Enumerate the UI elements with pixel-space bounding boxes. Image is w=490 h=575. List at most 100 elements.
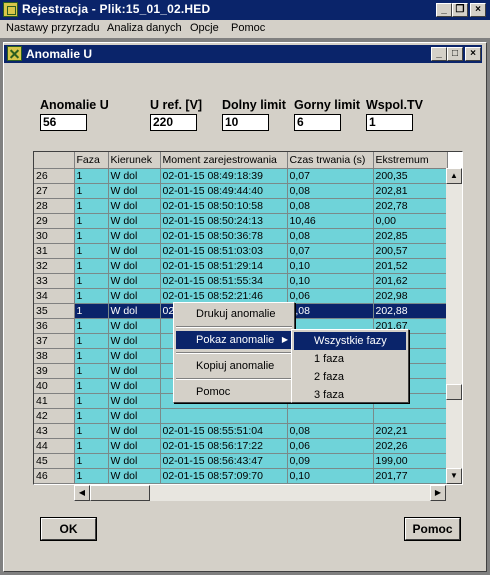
anomalie-count-field[interactable]: 56 (40, 114, 87, 131)
help-button[interactable]: Pomoc (405, 518, 460, 540)
table-row[interactable]: 30 1 W dol 02-01-15 08:50:36:78 0,08 202,85 (34, 228, 448, 244)
table-cell: 1 (74, 453, 109, 469)
table-cell: W dol (108, 288, 161, 304)
row-number[interactable]: 40 (34, 378, 75, 394)
restore-button[interactable]: ❐ (452, 3, 468, 17)
menu-print-anomalies[interactable]: Drukuj anomalie (176, 305, 292, 323)
row-number[interactable]: 33 (34, 273, 75, 289)
row-number[interactable]: 26 (34, 168, 75, 184)
table-cell: 0,08 (287, 228, 374, 244)
table-cell: 1 (74, 303, 109, 319)
table-cell: W dol (108, 348, 161, 364)
table-cell: 202,88 (373, 303, 448, 319)
table-cell: 1 (74, 288, 109, 304)
table-cell: W dol (108, 468, 161, 484)
table-cell: 0,10 (287, 468, 374, 484)
window-close-button[interactable]: × (465, 47, 481, 61)
scroll-left-button[interactable]: ◀ (74, 485, 90, 501)
gorny-limit-field[interactable]: 6 (294, 114, 341, 131)
row-number[interactable]: 39 (34, 363, 75, 379)
row-number[interactable]: 38 (34, 348, 75, 364)
dolny-limit-field[interactable]: 10 (222, 114, 269, 131)
table-cell: 1 (74, 468, 109, 484)
menu-show-anomalies[interactable]: Pokaz anomalie ▶ (176, 331, 292, 349)
table-row[interactable]: 27 1 W dol 02-01-15 08:49:44:40 0,08 202,81 (34, 183, 448, 199)
menu-nastawy[interactable]: Nastawy przyrzadu (6, 22, 100, 34)
row-number[interactable]: 44 (34, 438, 75, 454)
table-cell: 1 (74, 363, 109, 379)
table-cell: 02-01-15 08:50:24:13 (160, 213, 288, 229)
table-cell: 1 (74, 243, 109, 259)
table-cell: 1 (74, 438, 109, 454)
dolny-limit-label: Dolny limit (222, 98, 286, 112)
header-faza[interactable]: Faza (74, 152, 109, 169)
vertical-scrollbar[interactable]: ▲ ▼ (446, 168, 462, 484)
submenu-all-phases[interactable]: Wszystkie fazy (294, 332, 406, 350)
wspol-tv-label: Wspol.TV (366, 98, 423, 112)
scroll-up-button[interactable]: ▲ (446, 168, 462, 184)
menu-help[interactable]: Pomoc (176, 383, 292, 401)
table-cell: 202,81 (373, 183, 448, 199)
scroll-right-button[interactable]: ▶ (430, 485, 446, 501)
table-cell: 1 (74, 213, 109, 229)
row-number[interactable]: 35 (34, 303, 75, 319)
menu-opcje[interactable]: Opcje (190, 22, 219, 34)
menu-copy-anomalies[interactable]: Kopiuj anomalie (176, 357, 292, 375)
header-kierunek[interactable]: Kierunek (108, 152, 161, 169)
table-row[interactable]: 33 1 W dol 02-01-15 08:51:55:34 0,10 201,62 (34, 273, 448, 289)
row-number[interactable]: 37 (34, 333, 75, 349)
uref-field[interactable]: 220 (150, 114, 197, 131)
ok-button[interactable]: OK (41, 518, 96, 540)
header-moment[interactable]: Moment zarejestrowania (160, 152, 288, 169)
table-cell: 1 (74, 408, 109, 424)
window-minimize-button[interactable]: _ (431, 47, 447, 61)
table-row[interactable]: 42 1 W dol (34, 408, 448, 424)
row-number[interactable]: 28 (34, 198, 75, 214)
app-icon (3, 2, 18, 17)
table-cell: 201,52 (373, 258, 448, 274)
wspol-tv-field[interactable]: 1 (366, 114, 413, 131)
table-cell: W dol (108, 228, 161, 244)
table-cell: W dol (108, 333, 161, 349)
table-cell: W dol (108, 318, 161, 334)
submenu-phase-1[interactable]: 1 faza (294, 350, 406, 368)
row-number[interactable]: 30 (34, 228, 75, 244)
row-number[interactable]: 47 (34, 483, 75, 484)
menubar: Nastawy przyrzadu Analiza danych Opcje P… (0, 20, 490, 38)
table-cell: 0,06 (287, 288, 374, 304)
row-number[interactable]: 27 (34, 183, 75, 199)
row-number[interactable]: 43 (34, 423, 75, 439)
header-ekstremum[interactable]: Ekstremum (373, 152, 448, 169)
header-czas[interactable]: Czas trwania (s) (287, 152, 374, 169)
close-button[interactable]: × (470, 3, 486, 17)
row-number[interactable]: 31 (34, 243, 75, 259)
table-row[interactable]: 46 1 W dol 02-01-15 08:57:09:70 0,10 201,77 (34, 468, 448, 484)
row-number[interactable]: 46 (34, 468, 75, 484)
table-cell: 0,00 (373, 213, 448, 229)
table-row[interactable]: 32 1 W dol 02-01-15 08:51:29:14 0,10 201,52 (34, 258, 448, 274)
row-number[interactable]: 36 (34, 318, 75, 334)
scroll-thumb[interactable] (446, 384, 462, 400)
row-number[interactable]: 29 (34, 213, 75, 229)
table-row[interactable]: 44 1 W dol 02-01-15 08:56:17:22 0,06 202,26 (34, 438, 448, 454)
horizontal-scrollbar[interactable]: ◀ ▶ (74, 485, 446, 501)
submenu-phase-3[interactable]: 3 faza (294, 386, 406, 404)
submenu-phase-2[interactable]: 2 faza (294, 368, 406, 386)
window-maximize-button[interactable]: □ (447, 47, 463, 61)
row-number[interactable]: 34 (34, 288, 75, 304)
row-number[interactable]: 45 (34, 453, 75, 469)
menu-pomoc[interactable]: Pomoc (231, 22, 265, 34)
row-number[interactable]: 32 (34, 258, 75, 274)
table-row[interactable]: 31 1 W dol 02-01-15 08:51:03:03 0,07 200,57 (34, 243, 448, 259)
minimize-button[interactable]: _ (436, 3, 452, 17)
menu-analiza[interactable]: Analiza danych (107, 22, 182, 34)
table-row[interactable]: 28 1 W dol 02-01-15 08:50:10:58 0,08 202,78 (34, 198, 448, 214)
scroll-down-button[interactable]: ▼ (446, 468, 462, 484)
table-row[interactable]: 29 1 W dol 02-01-15 08:50:24:13 10,46 0,00 (34, 213, 448, 229)
row-number[interactable]: 41 (34, 393, 75, 409)
row-number[interactable]: 42 (34, 408, 75, 424)
table-row[interactable]: 26 1 W dol 02-01-15 08:49:18:39 0,07 200,35 (34, 168, 448, 184)
table-row[interactable]: 43 1 W dol 02-01-15 08:55:51:04 0,08 202,21 (34, 423, 448, 439)
hscroll-thumb[interactable] (90, 485, 150, 501)
table-row[interactable]: 45 1 W dol 02-01-15 08:56:43:47 0,09 199,00 (34, 453, 448, 469)
